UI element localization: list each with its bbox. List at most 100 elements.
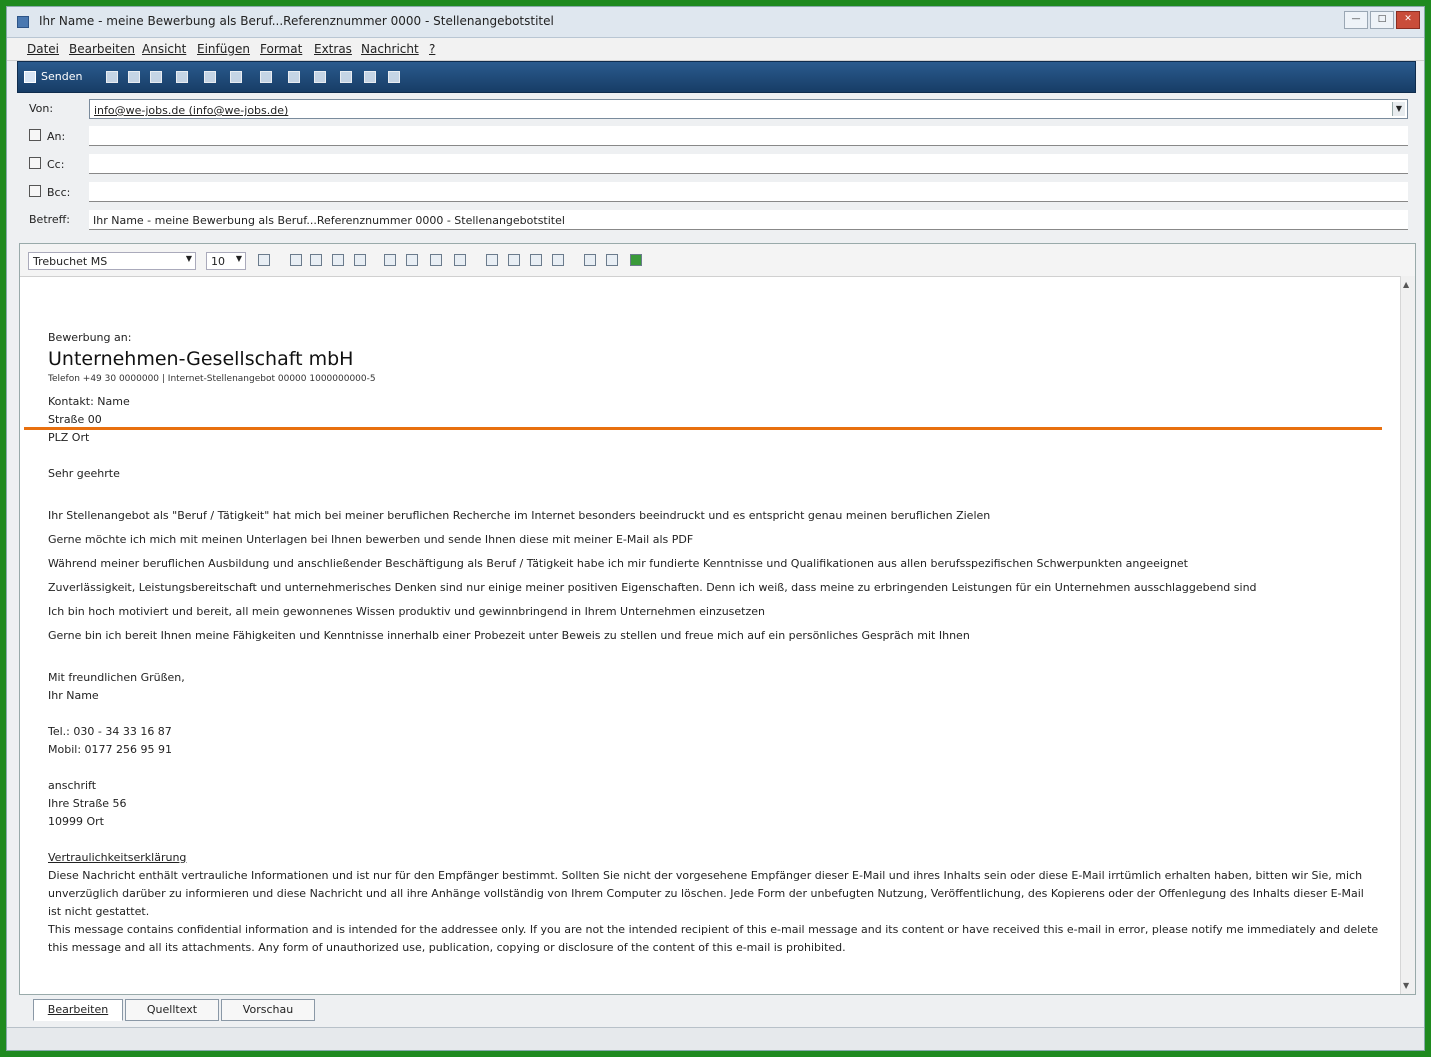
insert-image-icon[interactable] xyxy=(630,254,642,266)
disclaimer-title: Vertraulichkeitserklärung xyxy=(48,851,187,864)
menu-ansicht[interactable]: Ansicht xyxy=(142,42,186,56)
title-bar: Ihr Name - meine Bewerbung als Beruf...R… xyxy=(7,7,1424,38)
editor-scrollbar[interactable]: ▲ ▼ xyxy=(1400,276,1415,994)
disclaimer-english: This message contains confidential infor… xyxy=(48,923,1379,954)
align-center-icon[interactable] xyxy=(508,254,520,266)
minimize-icon[interactable]: — xyxy=(1344,11,1368,29)
closing: Mit freundlichen Grüßen, xyxy=(48,671,185,684)
maximize-icon[interactable]: □ xyxy=(1370,11,1394,29)
justify-icon[interactable] xyxy=(552,254,564,266)
contact-street: Straße 00 xyxy=(48,413,102,426)
status-bar xyxy=(7,1027,1424,1050)
menu-extras[interactable]: Extras xyxy=(314,42,352,56)
address-book-icon xyxy=(29,129,41,141)
paragraph-2: Gerne möchte ich mich mit meinen Unterla… xyxy=(48,533,694,546)
orange-divider xyxy=(24,427,1382,430)
from-select[interactable]: info@we-jobs.de (info@we-jobs.de) ▼ xyxy=(89,99,1408,119)
contact-city: PLZ Ort xyxy=(48,431,90,444)
undo-icon[interactable] xyxy=(176,71,188,83)
paragraph-style-icon[interactable] xyxy=(258,254,270,266)
tab-vorschau[interactable]: Vorschau xyxy=(221,999,315,1021)
tab-bearbeiten[interactable]: Bearbeiten xyxy=(33,999,123,1021)
horizontal-rule-icon[interactable] xyxy=(584,254,596,266)
tab-quelltext[interactable]: Quelltext xyxy=(125,999,219,1021)
paragraph-3: Während meiner beruflichen Ausbildung un… xyxy=(48,557,1188,570)
subject-label: Betreff: xyxy=(29,213,70,226)
format-toolbar: Trebuchet MS ▼ 10 ▼ xyxy=(20,244,1415,277)
sign-icon[interactable] xyxy=(340,71,352,83)
decrease-indent-icon[interactable] xyxy=(430,254,442,266)
send-button[interactable]: Senden xyxy=(24,70,82,83)
window-title: Ihr Name - meine Bewerbung als Beruf...R… xyxy=(39,14,554,28)
address-street: Ihre Straße 56 xyxy=(48,797,127,810)
mail-app-icon xyxy=(17,16,29,28)
scroll-down-icon[interactable]: ▼ xyxy=(1403,981,1409,990)
letter-intro: Bewerbung an: xyxy=(48,331,132,344)
subject-value: Ihr Name - meine Bewerbung als Beruf...R… xyxy=(93,214,565,227)
sender-name: Ihr Name xyxy=(48,689,99,702)
link-icon[interactable] xyxy=(606,254,618,266)
paste-icon[interactable] xyxy=(150,71,162,83)
menu-format[interactable]: Format xyxy=(260,42,302,56)
priority-dropdown-icon[interactable] xyxy=(314,71,326,83)
menu-datei[interactable]: Datei xyxy=(27,42,59,56)
font-color-icon[interactable] xyxy=(290,254,302,266)
align-right-icon[interactable] xyxy=(530,254,542,266)
chevron-down-icon: ▼ xyxy=(235,254,242,263)
bcc-label: Bcc: xyxy=(47,186,71,199)
sender-phone: Tel.: 030 - 34 33 16 87 xyxy=(48,725,172,738)
cc-button[interactable]: Cc: xyxy=(29,157,64,171)
to-label: An: xyxy=(47,130,66,143)
check-names-icon[interactable] xyxy=(204,71,216,83)
encrypt-icon[interactable] xyxy=(364,71,376,83)
main-toolbar: Senden xyxy=(17,61,1416,93)
send-label: Senden xyxy=(41,70,83,83)
menu-bearbeiten[interactable]: Bearbeiten xyxy=(69,42,135,56)
numbered-list-icon[interactable] xyxy=(384,254,396,266)
window-controls: — □ ✕ xyxy=(1342,11,1420,29)
italic-icon[interactable] xyxy=(310,254,322,266)
bcc-input[interactable] xyxy=(89,182,1408,202)
to-button[interactable]: An: xyxy=(29,129,65,143)
menu-einfuegen[interactable]: Einfügen xyxy=(197,42,250,56)
cc-label: Cc: xyxy=(47,158,65,171)
bcc-button[interactable]: Bcc: xyxy=(29,185,70,199)
copy-icon[interactable] xyxy=(128,71,140,83)
contact-name: Kontakt: Name xyxy=(48,395,130,408)
paragraph-1: Ihr Stellenangebot als "Beruf / Tätigkei… xyxy=(48,509,991,522)
align-left-icon[interactable] xyxy=(486,254,498,266)
menu-help[interactable]: ? xyxy=(429,42,435,56)
font-size-select[interactable]: 10 ▼ xyxy=(206,252,246,270)
chevron-down-icon[interactable]: ▼ xyxy=(1392,102,1405,116)
underline-icon[interactable] xyxy=(354,254,366,266)
from-label: Von: xyxy=(29,102,54,115)
message-editor[interactable]: Trebuchet MS ▼ 10 ▼ Bewerbung an: Untern… xyxy=(19,243,1416,995)
address-label: anschrift xyxy=(48,779,97,792)
spelling-icon[interactable] xyxy=(230,71,242,83)
close-icon[interactable]: ✕ xyxy=(1396,11,1420,29)
menu-nachricht[interactable]: Nachricht xyxy=(361,42,419,56)
font-size-value: 10 xyxy=(211,255,225,268)
from-value: info@we-jobs.de (info@we-jobs.de) xyxy=(94,104,289,117)
increase-indent-icon[interactable] xyxy=(454,254,466,266)
font-value: Trebuchet MS xyxy=(33,255,108,268)
address-city: 10999 Ort xyxy=(48,815,104,828)
offline-icon[interactable] xyxy=(388,71,400,83)
company-name: Unternehmen-Gesellschaft mbH xyxy=(48,348,354,370)
priority-icon[interactable] xyxy=(288,71,300,83)
attach-icon[interactable] xyxy=(260,71,272,83)
cc-input[interactable] xyxy=(89,154,1408,174)
menu-bar: Datei Bearbeiten Ansicht Einfügen Format… xyxy=(7,38,1424,61)
address-book-icon xyxy=(29,157,41,169)
bullet-list-icon[interactable] xyxy=(406,254,418,266)
paragraph-6: Gerne bin ich bereit Ihnen meine Fähigke… xyxy=(48,629,970,642)
disclaimer-german: Diese Nachricht enthält vertrauliche Inf… xyxy=(48,869,1364,918)
bold-icon[interactable] xyxy=(332,254,344,266)
company-line: Telefon +49 30 0000000 | Internet-Stelle… xyxy=(48,374,376,384)
cut-icon[interactable] xyxy=(106,71,118,83)
font-select[interactable]: Trebuchet MS ▼ xyxy=(28,252,196,270)
to-input[interactable] xyxy=(89,126,1408,146)
scroll-up-icon[interactable]: ▲ xyxy=(1403,280,1409,289)
editor-tabs: Bearbeiten Quelltext Vorschau xyxy=(19,995,1416,1023)
subject-input[interactable]: Ihr Name - meine Bewerbung als Beruf...R… xyxy=(89,210,1408,230)
